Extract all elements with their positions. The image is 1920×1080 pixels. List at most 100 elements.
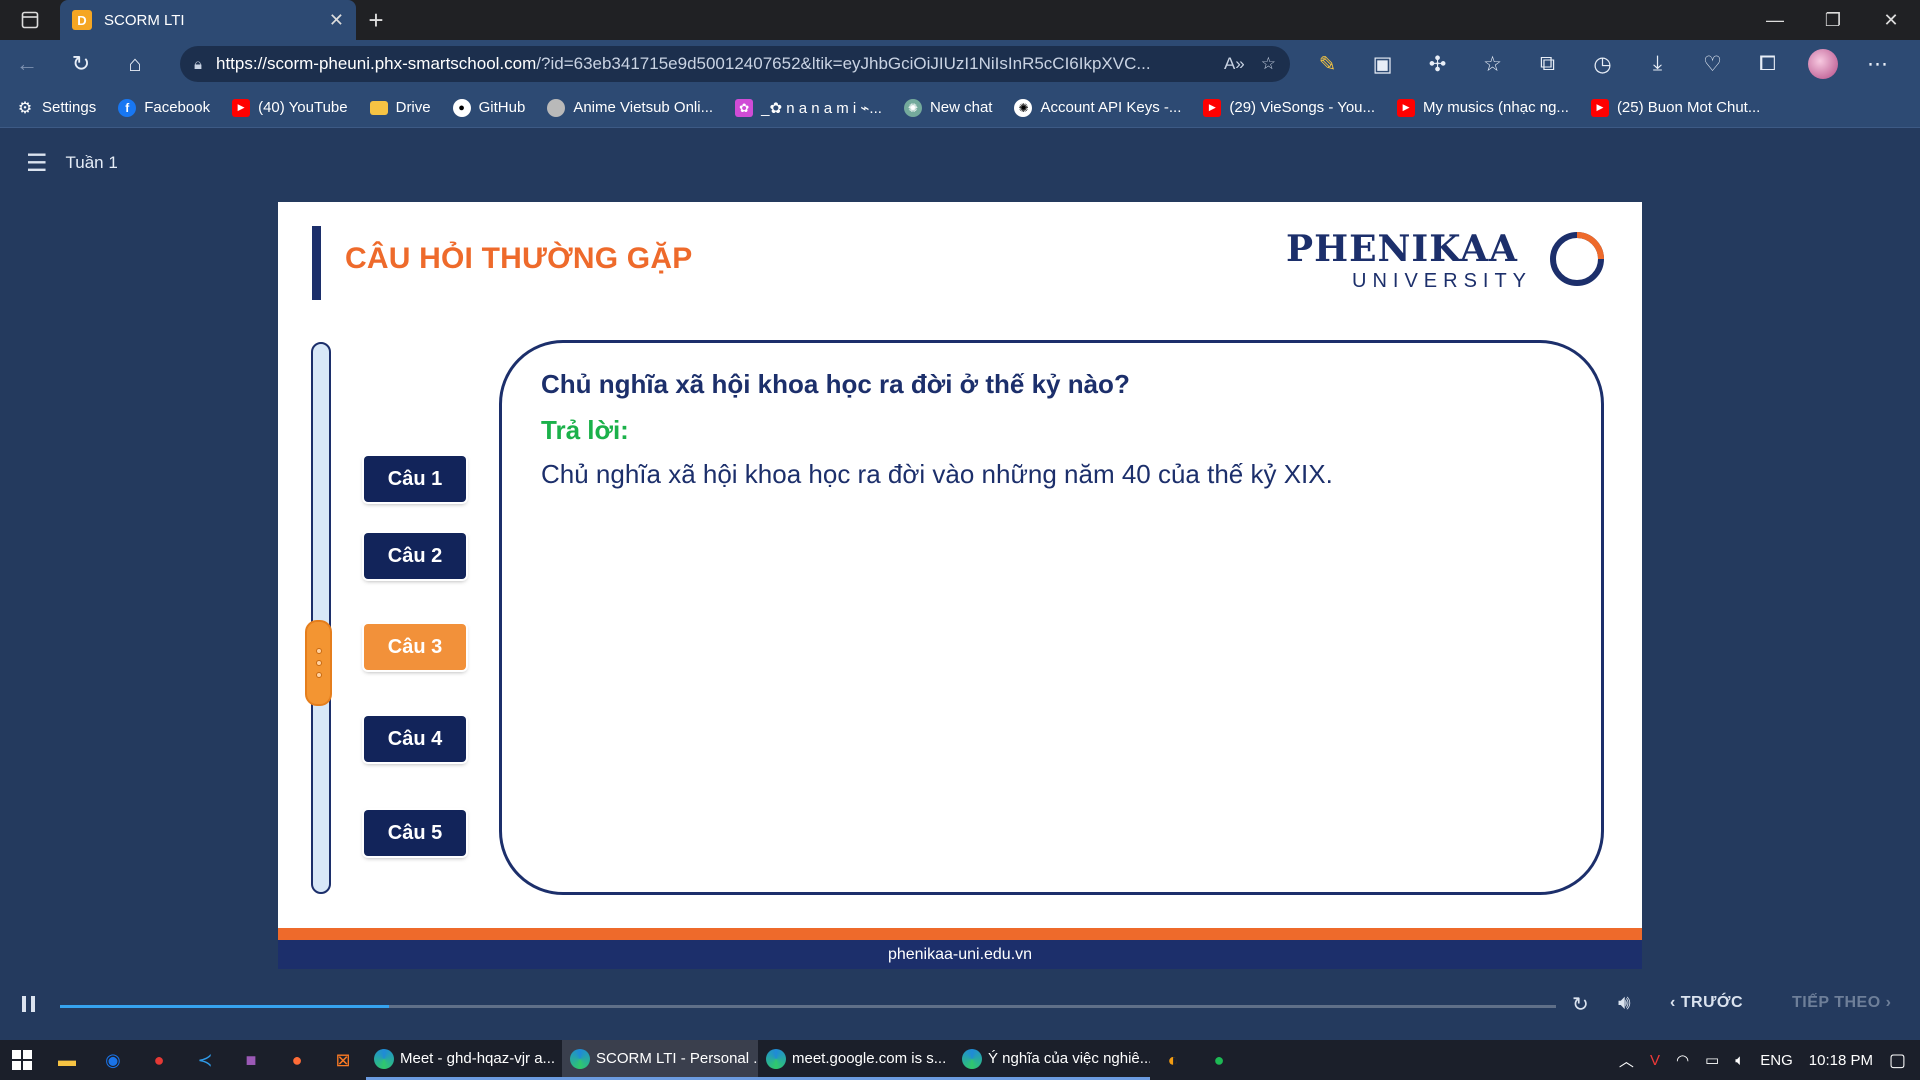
home-button[interactable]: ⌂ (108, 40, 162, 88)
avatar (1807, 49, 1838, 79)
bookmark-nanami[interactable]: ✿ _✿ n a n a m i ⌁... (735, 98, 882, 117)
bookmark-label: (29) VieSongs - You... (1229, 99, 1376, 116)
tab-scorm-lti[interactable]: D SCORM LTI ✕ (60, 0, 356, 40)
question-4-button[interactable]: Câu 4 (364, 716, 466, 762)
vivaldi-icon[interactable]: V (1650, 1052, 1660, 1069)
previous-label: TRƯỚC (1680, 994, 1744, 1011)
extensions-puzzle-icon[interactable]: ✣ (1410, 40, 1465, 88)
bookmark-label: Account API Keys -... (1040, 99, 1182, 116)
slide-title: CÂU HỎI THƯỜNG GẶP (345, 242, 693, 275)
url-text[interactable]: https://scorm-pheuni.phx-smartschool.com… (216, 54, 1208, 74)
close-window-button[interactable]: ✕ (1862, 0, 1920, 40)
question-1-button[interactable]: Câu 1 (364, 456, 466, 502)
slide: CÂU HỎI THƯỜNG GẶP PHENIKAA UNIVERSITY C… (278, 202, 1642, 969)
answer-label: Trả lời: (541, 415, 629, 445)
vscode-icon[interactable]: ≺ (182, 1040, 228, 1080)
bookmark-buon-mot-chut[interactable]: ▶ (25) Buon Mot Chut... (1590, 98, 1760, 117)
taskbar-window-meet[interactable]: Meet - ghd-hqaz-vjr a... (366, 1040, 562, 1080)
bookmark-label: New chat (929, 99, 993, 116)
pause-icon (22, 996, 26, 1012)
workspaces-icon[interactable]: ⧠ (1740, 40, 1795, 88)
tab-actions-button[interactable] (0, 0, 60, 40)
extension-icon[interactable]: ✎ (1300, 40, 1355, 88)
refresh-button[interactable]: ↻ (54, 40, 108, 88)
xampp-icon[interactable]: ⊠ (320, 1040, 366, 1080)
history-icon[interactable]: ◷ (1575, 40, 1630, 88)
taskbar-window-meet-share[interactable]: meet.google.com is s... (758, 1040, 954, 1080)
file-explorer-icon[interactable]: ▬ (44, 1040, 90, 1080)
logo-ring-icon (1550, 232, 1604, 286)
pause-button[interactable] (22, 996, 38, 1016)
browser-essentials-icon[interactable]: ♡ (1685, 40, 1740, 88)
youtube-icon: ▶ (1203, 98, 1222, 117)
replay-icon[interactable]: ↻ (1572, 992, 1589, 1017)
bookmark-youtube[interactable]: ▶ (40) YouTube (232, 98, 348, 117)
language-indicator[interactable]: ENG (1760, 1052, 1793, 1069)
bookmark-anime-vietsub[interactable]: Anime Vietsub Onli... (547, 98, 713, 117)
lock-icon[interactable]: 🔒︎ (194, 56, 202, 73)
logo-subtitle: UNIVERSITY (1352, 270, 1533, 292)
tab-title: SCORM LTI (104, 11, 185, 29)
windows-taskbar: ▬ ◉ ● ≺ ■ ● ⊠ Meet - ghd-hqaz-vjr a... S… (0, 1040, 1920, 1080)
volume-icon[interactable]: 🔊︎ (1618, 992, 1631, 1015)
new-tab-button[interactable]: + (356, 0, 396, 40)
clock[interactable]: 10:18 PM (1809, 1052, 1873, 1069)
minimize-button[interactable]: — (1746, 0, 1804, 40)
flower-icon: ✿ (735, 98, 754, 117)
question-3-button[interactable]: Câu 3 (364, 624, 466, 670)
progress-bar[interactable] (60, 1005, 1556, 1008)
bookmark-my-musics[interactable]: ▶ My musics (nhạc ng... (1397, 98, 1569, 117)
address-bar[interactable]: 🔒︎ https://scorm-pheuni.phx-smartschool.… (180, 46, 1290, 82)
bookmark-label: Facebook (144, 99, 211, 116)
collections-icon[interactable]: ⧉ (1520, 40, 1575, 88)
next-label: TIẾP THEO (1792, 994, 1881, 1011)
bookmark-drive[interactable]: Drive (369, 99, 431, 116)
extension-2-icon[interactable]: ▣ (1355, 40, 1410, 88)
read-aloud-icon[interactable]: A» (1224, 54, 1245, 74)
bookmark-label: GitHub (478, 99, 526, 116)
battery-icon[interactable]: ▭ (1705, 1051, 1719, 1069)
bookmark-new-chat[interactable]: ✺ New chat (903, 98, 993, 117)
spotify-icon[interactable]: ● (1196, 1040, 1242, 1080)
speaker-icon[interactable]: 🔈︎ (1735, 1052, 1744, 1069)
close-tab-icon[interactable]: ✕ (329, 10, 344, 31)
favorites-icon[interactable]: ☆ (1465, 40, 1520, 88)
bookmark-github[interactable]: ● GitHub (452, 98, 526, 117)
start-button[interactable] (0, 1040, 44, 1080)
question-timeline-track[interactable] (311, 342, 331, 894)
question-2-button[interactable]: Câu 2 (364, 533, 466, 579)
menu-icon[interactable]: ☰ (26, 149, 48, 178)
bookmark-facebook[interactable]: f Facebook (118, 98, 211, 117)
restore-button[interactable]: ❐ (1804, 0, 1862, 40)
footer-stripe (278, 928, 1642, 940)
wifi-icon[interactable]: ◠ (1676, 1051, 1689, 1069)
taskbar-window-y-nghia[interactable]: Ý nghĩa của việc nghiê... (954, 1040, 1150, 1080)
app-red-icon[interactable]: ● (136, 1040, 182, 1080)
github-icon: ● (452, 98, 471, 117)
chevron-up-icon[interactable]: ︿ (1619, 1050, 1634, 1071)
postman-icon[interactable]: ● (274, 1040, 320, 1080)
bookmark-viesongs[interactable]: ▶ (29) VieSongs - You... (1203, 98, 1376, 117)
fl-studio-icon[interactable]: ◐ (1150, 1040, 1196, 1080)
question-5-button[interactable]: Câu 5 (364, 810, 466, 856)
back-button[interactable]: ← (0, 40, 54, 88)
downloads-icon[interactable]: ⤓ (1630, 40, 1685, 88)
timeline-handle[interactable] (305, 620, 332, 706)
previous-button[interactable]: ‹ TRƯỚC (1670, 994, 1743, 1012)
taskbar-window-label: SCORM LTI - Personal ... (596, 1050, 758, 1067)
youtube-icon: ▶ (232, 98, 251, 117)
jetbrains-icon[interactable]: ■ (228, 1040, 274, 1080)
zalo-icon[interactable]: ◉ (90, 1040, 136, 1080)
bookmarks-bar: ⚙ Settings f Facebook ▶ (40) YouTube Drive … (0, 88, 1920, 128)
bookmark-label: (40) YouTube (258, 99, 348, 116)
url-path: /?id=63eb341715e9d50012407652&ltik=eyJhb… (536, 54, 1151, 73)
notifications-icon[interactable]: ▢ (1889, 1050, 1906, 1071)
taskbar-window-scorm[interactable]: SCORM LTI - Personal ... (562, 1040, 758, 1080)
profile-avatar[interactable] (1795, 40, 1850, 88)
add-favorite-icon[interactable]: ☆ (1261, 54, 1276, 74)
gear-icon: ⚙ (17, 99, 33, 117)
bookmark-api-keys[interactable]: ✺ Account API Keys -... (1014, 98, 1182, 117)
more-menu-icon[interactable]: ⋯ (1850, 40, 1905, 88)
next-button[interactable]: TIẾP THEO › (1792, 994, 1891, 1012)
bookmark-settings[interactable]: ⚙ Settings (16, 99, 96, 117)
